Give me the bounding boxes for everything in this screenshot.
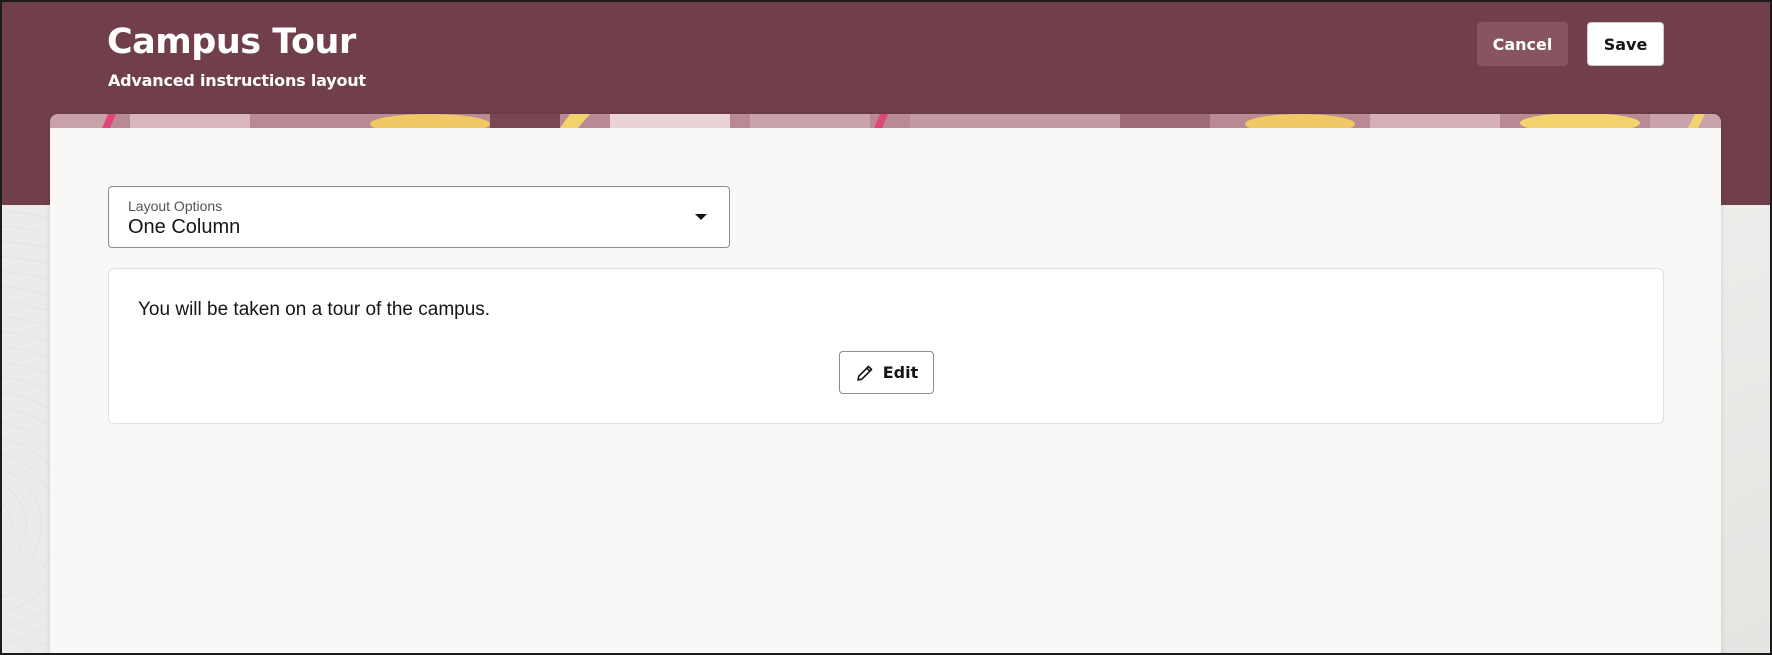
- page-title: Campus Tour: [107, 22, 356, 62]
- edit-button[interactable]: Edit: [839, 351, 934, 394]
- page-subtitle: Advanced instructions layout: [108, 71, 366, 90]
- layout-options-value: One Column: [128, 216, 241, 238]
- layout-options-label: Layout Options: [128, 198, 223, 214]
- app-frame: Campus Tour Advanced instructions layout…: [0, 0, 1772, 655]
- pencil-icon: [856, 365, 873, 381]
- instruction-text: You will be taken on a tour of the campu…: [138, 299, 491, 320]
- chevron-down-icon: [695, 214, 707, 220]
- instructions-card: Layout Options One Column You will be ta…: [50, 114, 1721, 653]
- layout-options-select[interactable]: Layout Options One Column: [108, 186, 730, 248]
- cancel-button[interactable]: Cancel: [1477, 22, 1568, 66]
- decorative-banner: [50, 114, 1721, 128]
- edit-button-label: Edit: [882, 363, 919, 382]
- save-button[interactable]: Save: [1587, 22, 1664, 66]
- instructions-content: You will be taken on a tour of the campu…: [108, 268, 1664, 424]
